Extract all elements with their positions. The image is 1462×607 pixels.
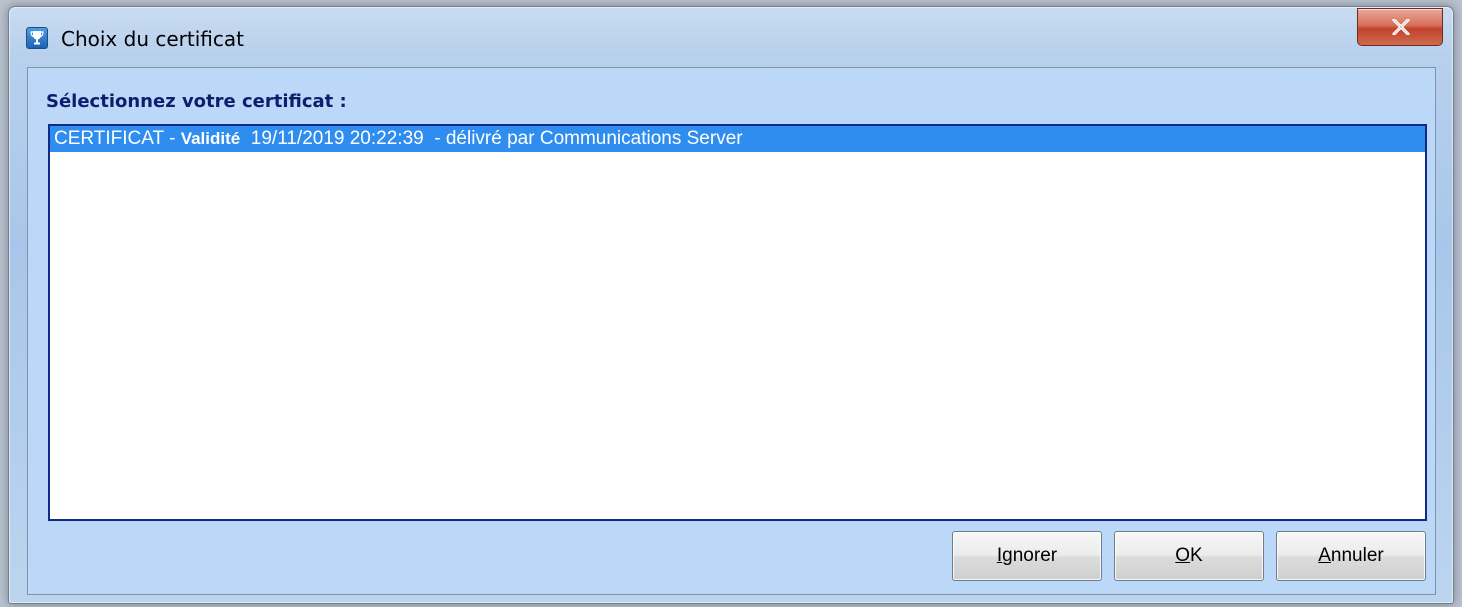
dialog-body: Sélectionnez votre certificat : CERTIFIC… bbox=[27, 67, 1436, 595]
validity-value: 19/11/2019 20:22:39 - délivré par Commun… bbox=[240, 128, 743, 149]
list-item[interactable]: CERTIFICAT - Validité 19/11/2019 20:22:3… bbox=[50, 126, 1425, 152]
ignore-button[interactable]: Ignorer bbox=[952, 531, 1102, 581]
ok-button[interactable]: OK bbox=[1114, 531, 1264, 581]
close-icon bbox=[1392, 19, 1410, 35]
cancel-button[interactable]: Annuler bbox=[1276, 531, 1426, 581]
certificate-name: CERTIFICAT - bbox=[54, 128, 181, 149]
title-bar[interactable]: Choix du certificat bbox=[9, 7, 1453, 63]
close-button[interactable] bbox=[1357, 8, 1443, 46]
certificate-list[interactable]: CERTIFICAT - Validité 19/11/2019 20:22:3… bbox=[48, 124, 1427, 521]
window-title: Choix du certificat bbox=[61, 27, 244, 51]
certificate-dialog: Choix du certificat Sélectionnez votre c… bbox=[8, 6, 1454, 604]
section-label: Sélectionnez votre certificat : bbox=[46, 91, 347, 112]
trophy-icon bbox=[26, 27, 48, 49]
validity-label: Validité bbox=[180, 129, 241, 148]
